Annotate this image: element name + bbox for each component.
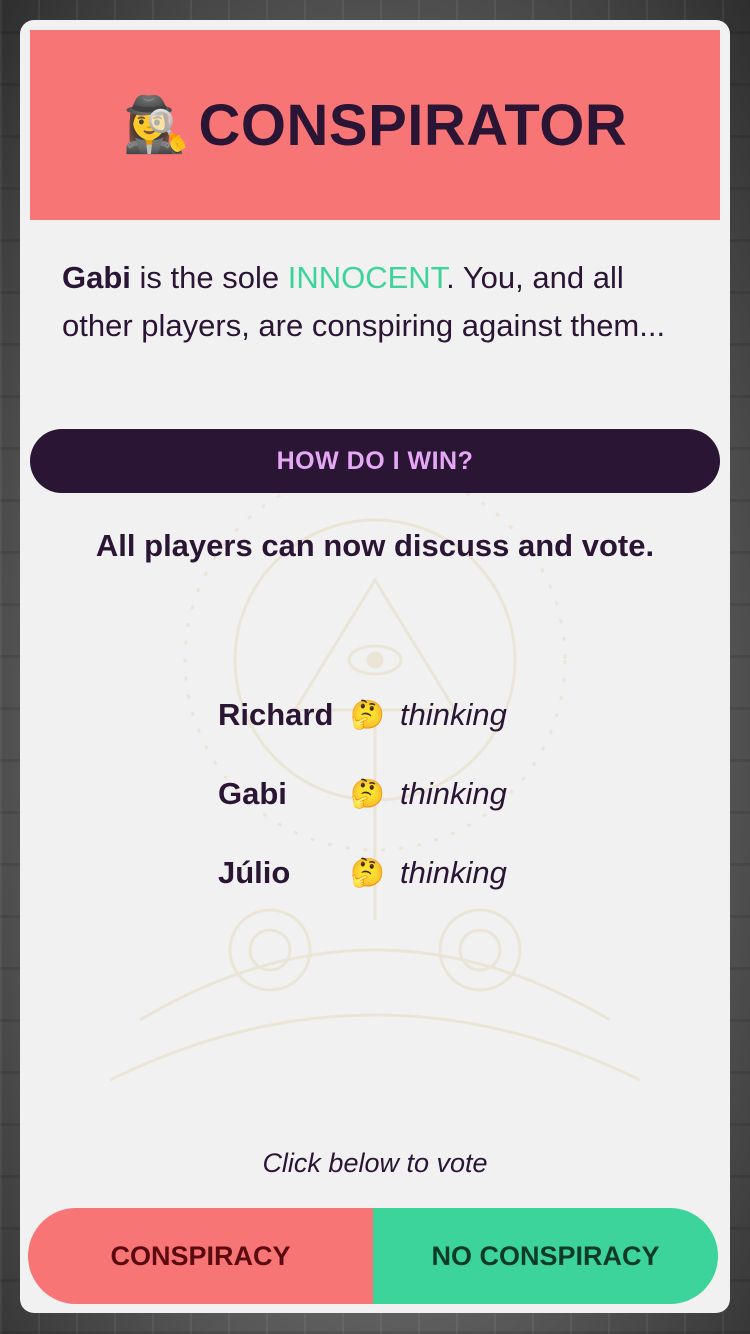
player-row: Richard 🤔 thinking [218, 675, 578, 755]
vote-no-conspiracy-button[interactable]: NO CONSPIRACY [373, 1208, 718, 1304]
player-list: Richard 🤔 thinking Gabi 🤔 thinking Júlio… [218, 676, 578, 913]
vote-buttons: CONSPIRACY NO CONSPIRACY [28, 1208, 718, 1304]
player-row: Gabi 🤔 thinking [218, 754, 578, 834]
vote-conspiracy-button[interactable]: CONSPIRACY [28, 1208, 373, 1304]
player-name: Richard [218, 697, 334, 732]
innocent-label: INNOCENT [287, 260, 447, 295]
game-status: All players can now discuss and vote. [95, 528, 655, 563]
role-description: Gabi is the sole INNOCENT. You, and all … [62, 254, 692, 350]
role-title: 🕵️‍♀️ CONSPIRATOR [123, 92, 627, 159]
player-name: Júlio [218, 855, 291, 890]
intro-text-before: is the sole [130, 260, 288, 295]
player-state: thinking [400, 697, 507, 732]
player-row: Júlio 🤔 thinking [218, 833, 578, 913]
thinking-face-icon: 🤔 [350, 856, 385, 889]
vote-hint: Click below to vote [262, 1148, 488, 1178]
thinking-face-icon: 🤔 [350, 698, 385, 731]
innocent-player-name: Gabi [62, 260, 131, 295]
role-header: 🕵️‍♀️ CONSPIRATOR [30, 30, 720, 220]
player-state: thinking [400, 776, 507, 811]
how-do-i-win-button[interactable]: HOW DO I WIN? [30, 429, 720, 493]
thinking-face-icon: 🤔 [350, 777, 385, 810]
role-card: 🕵️‍♀️ CONSPIRATOR Gabi is the sole INNOC… [20, 20, 730, 1313]
player-name: Gabi [218, 776, 287, 811]
role-name: CONSPIRATOR [198, 92, 628, 158]
player-state: thinking [400, 855, 507, 890]
detective-icon: 🕵️‍♀️ [122, 95, 191, 155]
